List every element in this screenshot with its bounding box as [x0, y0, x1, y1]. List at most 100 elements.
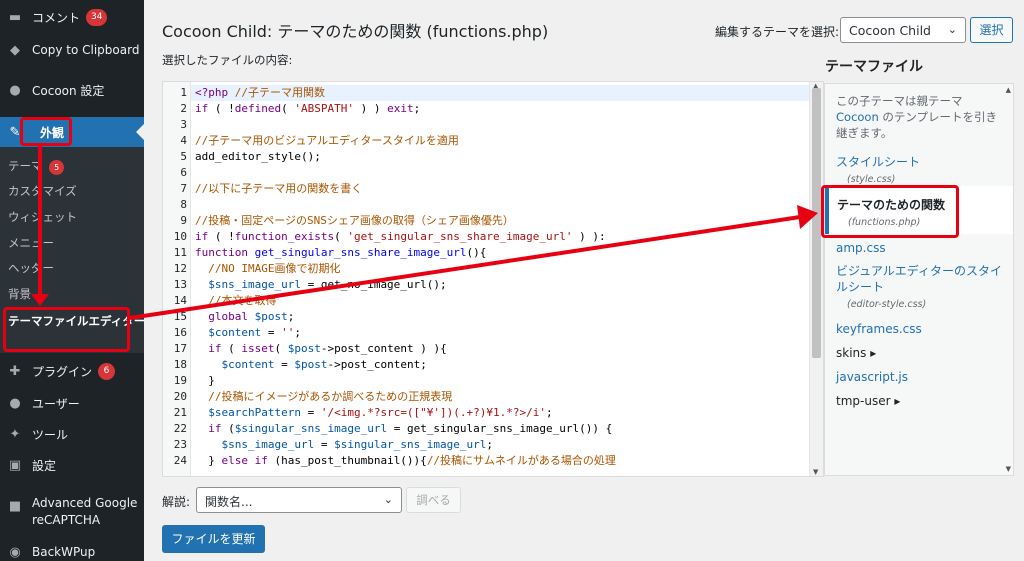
file-javascript-js[interactable]: javascript.js — [836, 369, 908, 385]
code-line[interactable]: //子テーマ用のビジュアルエディタースタイルを適用 — [195, 133, 459, 149]
documentation-label: 解説: — [162, 495, 191, 509]
plugin-icon: ✚ — [9, 363, 21, 379]
code-line[interactable]: if ( !function_exists( 'get_singular_sns… — [195, 229, 606, 245]
code-line[interactable]: $sns_image_url = $singular_sns_image_url… — [195, 437, 494, 453]
child-theme-note: この子テーマは親テーマ Cocoon のテンプレートを引き継ぎます。 — [836, 93, 1008, 141]
appearance-submenu: テーマ 5 カスタマイズ ウィジェット メニュー ヘッダー 背景 テーマファイル… — [0, 147, 144, 353]
submenu-menus[interactable]: メニュー — [8, 235, 54, 251]
update-file-button[interactable]: ファイルを更新 — [162, 525, 265, 553]
code-line[interactable]: $searchPattern = '/<img.*?src=(["¥'])(.+… — [195, 405, 552, 421]
theme-files-title: テーマファイル — [825, 59, 923, 75]
line-number: 1 — [180, 86, 187, 99]
scroll-up-arrow-icon[interactable]: ▲ — [1006, 86, 1011, 94]
line-number: 24 — [173, 454, 187, 467]
menu-backwpup[interactable]: ◉ BackWPup — [0, 542, 144, 561]
select-button[interactable]: 選択 — [970, 17, 1013, 43]
function-name-select[interactable]: 関数名... ⌄ — [196, 487, 402, 513]
scroll-down-arrow-icon[interactable]: ▼ — [813, 468, 818, 476]
line-number: 11 — [173, 246, 187, 259]
user-icon: ● — [9, 395, 21, 411]
lock-icon: ■ — [8, 498, 22, 514]
file-editor-style-css-name: (editor-style.css) — [847, 299, 927, 310]
code-line[interactable]: $sns_image_url = get_no_image_url(); — [195, 277, 446, 293]
file-style-css[interactable]: スタイルシート — [836, 154, 920, 170]
main-content: Cocoon Child: テーマのための関数 (functions.php) … — [144, 0, 1024, 561]
submenu-themes-label: テーマ — [8, 159, 43, 173]
submenu-theme-file-editor[interactable]: テーマファイルエディター — [0, 309, 144, 333]
code-editor[interactable]: 1 2 3 4 5 6 7 8 9 10 11 12 13 14 15 16 17 18 19 20 21 22 23 24 … — [162, 81, 824, 477]
cocoon-icon: ● — [9, 82, 21, 98]
current-menu-pointer — [136, 124, 144, 140]
code-line[interactable]: if ( !defined( 'ABSPATH' ) ) exit; — [195, 101, 420, 117]
code-line[interactable]: //NO IMAGE画像で初期化 — [195, 261, 340, 277]
line-number: 9 — [180, 214, 187, 227]
menu-backwpup-label: BackWPup — [32, 545, 96, 559]
function-name-placeholder: 関数名... — [205, 495, 253, 509]
menu-copy-to-clipboard[interactable]: ◆ Copy to Clipboard — [0, 40, 144, 60]
code-line[interactable]: <?php //子テーマ用関数 — [195, 85, 325, 101]
menu-users[interactable]: ● ユーザー — [0, 393, 144, 413]
settings-icon: ▣ — [8, 457, 22, 473]
chevron-down-icon: ⌄ — [947, 23, 957, 36]
line-number: 19 — [173, 374, 187, 387]
parent-theme-link[interactable]: Cocoon — [836, 110, 879, 124]
menu-plugins[interactable]: ✚ プラグイン 6 — [0, 361, 144, 381]
file-list-scrollbar[interactable]: ▲ ▼ — [1003, 84, 1013, 475]
file-editor-style-css[interactable]: ビジュアルエディターのスタイルシート — [836, 263, 1008, 295]
code-line[interactable]: //投稿にイメージがあるか調べるための正規表現 — [195, 389, 452, 405]
file-keyframes-css[interactable]: keyframes.css — [836, 321, 922, 337]
menu-appearance-label: 外観 — [40, 125, 65, 140]
file-content-label: 選択したファイルの内容: — [162, 53, 293, 67]
line-number: 14 — [173, 294, 187, 307]
admin-sidebar: ▬ コメント 34 ◆ Copy to Clipboard ● Cocoon 設… — [0, 0, 144, 561]
menu-tools[interactable]: ✦ ツール — [0, 424, 144, 444]
code-line[interactable]: global $post; — [195, 309, 294, 325]
comments-count-badge: 34 — [86, 8, 108, 26]
code-line[interactable]: if ($singular_sns_image_url = get_singul… — [195, 421, 612, 437]
line-number: 8 — [180, 198, 187, 211]
code-line[interactable]: $content = ''; — [195, 325, 301, 341]
line-number: 13 — [173, 278, 187, 291]
line-number: 10 — [173, 230, 187, 243]
note-text: この子テーマは親テーマ — [836, 94, 963, 108]
menu-comments[interactable]: ▬ コメント 34 — [0, 6, 144, 28]
lookup-button[interactable]: 調べる — [406, 487, 461, 513]
editor-scrollbar-thumb[interactable] — [812, 88, 821, 358]
submenu-background[interactable]: 背景 — [8, 286, 31, 302]
folder-skins[interactable]: skins ▸ — [836, 346, 876, 360]
theme-select[interactable]: Cocoon Child ⌄ — [840, 17, 966, 43]
code-line[interactable]: add_editor_style(); — [195, 149, 321, 165]
code-line[interactable]: if ( isset( $post->post_content ) ){ — [195, 341, 446, 357]
code-line[interactable]: //投稿・固定ページのSNSシェア画像の取得（シェア画像優先） — [195, 213, 514, 229]
file-amp-css[interactable]: amp.css — [836, 240, 886, 256]
code-line[interactable]: $content = $post->post_content; — [195, 357, 427, 373]
editor-scrollbar[interactable]: ▲ ▼ — [809, 82, 823, 476]
code-line[interactable]: } — [195, 373, 215, 389]
line-number: 6 — [180, 166, 187, 179]
line-number: 20 — [173, 390, 187, 403]
line-number: 23 — [173, 438, 187, 451]
backup-icon: ◉ — [9, 544, 21, 560]
menu-settings[interactable]: ▣ 設定 — [0, 455, 144, 475]
line-number: 17 — [173, 342, 187, 355]
menu-comments-label: コメント — [32, 10, 81, 25]
menu-recaptcha[interactable]: ■ Advanced Google reCAPTCHA — [0, 495, 144, 531]
code-line[interactable]: //本文を取得 — [195, 293, 276, 309]
menu-cocoon-settings[interactable]: ● Cocoon 設定 — [0, 80, 144, 100]
file-functions-php-active[interactable]: テーマのための関数 (functions.php) — [825, 186, 1013, 234]
code-line[interactable]: function get_singular_sns_share_image_ur… — [195, 245, 486, 261]
theme-files-list: この子テーマは親テーマ Cocoon のテンプレートを引き継ぎます。 スタイルシ… — [824, 83, 1014, 476]
code-line[interactable]: //以下に子テーマ用の関数を書く — [195, 181, 362, 197]
code-line[interactable]: } else if (has_post_thumbnail()){//投稿にサム… — [195, 453, 616, 469]
scroll-down-arrow-icon[interactable]: ▼ — [1006, 465, 1011, 473]
submenu-header[interactable]: ヘッダー — [8, 260, 54, 276]
folder-tmp-user[interactable]: tmp-user ▸ — [836, 394, 900, 408]
menu-appearance[interactable]: ✎ 外観 — [0, 117, 144, 147]
submenu-widgets[interactable]: ウィジェット — [8, 209, 77, 225]
line-number: 18 — [173, 358, 187, 371]
menu-copy-label: Copy to Clipboard — [32, 43, 140, 57]
submenu-customize[interactable]: カスタマイズ — [8, 183, 77, 199]
line-number: 4 — [180, 134, 187, 147]
clipboard-icon: ◆ — [10, 42, 20, 58]
submenu-themes[interactable]: テーマ 5 — [8, 158, 65, 175]
